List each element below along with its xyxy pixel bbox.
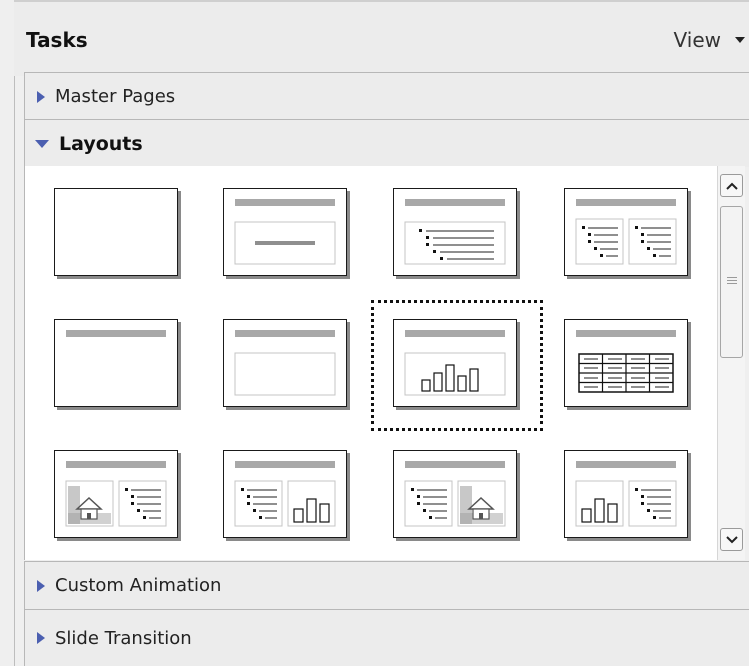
grip-line xyxy=(727,283,737,284)
layout-preview-graphic xyxy=(234,330,336,396)
triangle-right-icon xyxy=(37,579,45,592)
panel-title: Tasks xyxy=(26,28,88,52)
layout-title-table[interactable] xyxy=(564,319,696,415)
slide-preview xyxy=(393,188,517,276)
view-menu-label: View xyxy=(673,28,721,52)
grip-line xyxy=(727,277,737,278)
view-menu-button[interactable]: View xyxy=(674,28,745,52)
layout-preview-graphic xyxy=(234,461,336,527)
triangle-down-icon xyxy=(35,139,49,148)
section-master-pages-label: Master Pages xyxy=(55,86,176,107)
scroll-down-button[interactable] xyxy=(720,528,743,551)
slide-preview xyxy=(393,319,517,407)
layout-title-content-placeholder[interactable] xyxy=(223,319,355,415)
layout-title-text-clipart[interactable] xyxy=(393,450,525,546)
layout-title-clipart-text[interactable] xyxy=(54,450,186,546)
chevron-down-icon xyxy=(725,535,738,543)
layout-preview-graphic xyxy=(65,461,167,527)
section-slide-transition[interactable]: Slide Transition xyxy=(24,609,749,666)
slide-preview xyxy=(564,188,688,276)
grip-line xyxy=(727,280,737,281)
slide-preview xyxy=(564,450,688,538)
section-layouts-label: Layouts xyxy=(59,132,143,155)
layout-title-two-columns[interactable] xyxy=(564,188,696,284)
slide-preview xyxy=(54,319,178,407)
layout-preview-graphic xyxy=(404,330,506,396)
slide-preview xyxy=(223,450,347,538)
scroll-up-button[interactable] xyxy=(720,174,743,197)
layout-preview-graphic xyxy=(575,461,677,527)
slide-preview xyxy=(54,188,178,276)
panel-border xyxy=(14,0,15,666)
triangle-right-icon xyxy=(37,90,45,103)
section-layouts[interactable]: Layouts xyxy=(24,119,749,167)
dropdown-arrow-icon xyxy=(735,37,745,43)
layout-blank[interactable] xyxy=(54,188,186,284)
layout-preview-graphic xyxy=(576,330,676,393)
layouts-scrollbar[interactable] xyxy=(717,166,745,560)
slide-preview xyxy=(564,319,688,407)
section-slide-transition-label: Slide Transition xyxy=(55,627,192,649)
slide-preview xyxy=(223,319,347,407)
chevron-up-icon xyxy=(725,182,738,190)
section-custom-animation[interactable]: Custom Animation xyxy=(24,561,749,609)
layout-preview-graphic xyxy=(404,199,506,265)
triangle-right-icon xyxy=(37,632,45,644)
tasks-panel: Tasks View Master Pages Layouts Custom A… xyxy=(0,0,749,666)
layout-title-only[interactable] xyxy=(54,319,186,415)
slide-preview xyxy=(54,450,178,538)
layout-title-bulleted-text[interactable] xyxy=(393,188,525,284)
slide-preview xyxy=(223,188,347,276)
layouts-gallery xyxy=(24,166,717,560)
section-master-pages[interactable]: Master Pages xyxy=(24,72,749,120)
slide-preview xyxy=(393,450,517,538)
layout-title-chart[interactable] xyxy=(393,319,525,415)
section-custom-animation-label: Custom Animation xyxy=(55,575,222,596)
layout-preview-graphic xyxy=(575,199,677,265)
scrollbar-thumb[interactable] xyxy=(720,206,743,358)
layout-title-chart-text[interactable] xyxy=(564,450,696,546)
layout-preview-graphic xyxy=(404,461,506,527)
tasks-titlebar: Tasks View xyxy=(14,0,749,76)
layout-preview-graphic xyxy=(66,330,166,337)
layout-title-only-centered[interactable] xyxy=(223,188,355,284)
layout-preview-graphic xyxy=(234,199,336,265)
layout-title-text-chart[interactable] xyxy=(223,450,355,546)
